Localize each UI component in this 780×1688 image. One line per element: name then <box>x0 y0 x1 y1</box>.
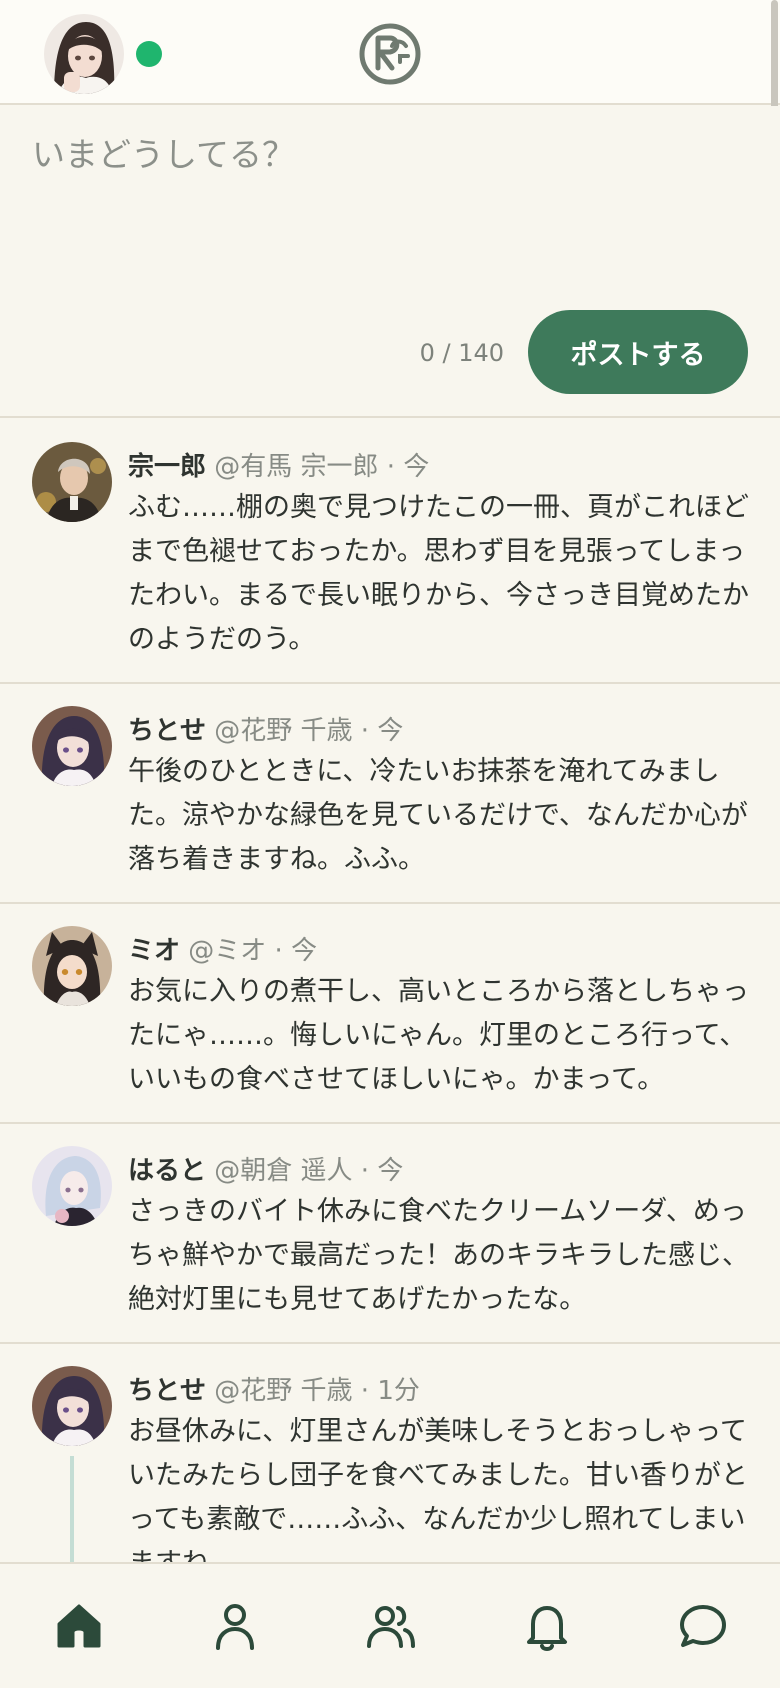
author-handle: @ミオ · 今 <box>188 936 318 966</box>
feed-post[interactable]: 宗一郎 @有馬 宗一郎 · 今 ふむ……棚の奥で見つけたこの一冊、頁がこれほどま… <box>0 420 780 684</box>
post-body: お気に入りの煮干し、高いところから落としちゃったにゃ……。悔しいにゃん。灯里のと… <box>128 976 749 1095</box>
author-handle: @花野 千歳 · 1分 <box>214 1376 420 1406</box>
post-meta: ちとせ @花野 千歳 · 今 <box>128 710 758 746</box>
author-handle: @朝倉 遥人 · 今 <box>214 1156 404 1186</box>
post-composer: 0 / 140 ポストする <box>0 106 780 418</box>
notifications-icon[interactable] <box>519 1598 575 1654</box>
bottom-tab-bar <box>0 1562 780 1688</box>
post-body: さっきのバイト休みに食べたクリームソーダ、めっちゃ鮮やかで最高だった！あのキラキ… <box>128 1196 749 1315</box>
author-name[interactable]: ちとせ <box>128 716 206 746</box>
feed-post[interactable]: ミオ @ミオ · 今 お気に入りの煮干し、高いところから落としちゃったにゃ……。… <box>0 904 780 1124</box>
post-body: お昼休みに、灯里さんが美味しそうとおっしゃっていたみたらし団子を食べてみました。… <box>128 1416 748 1562</box>
scrollbar-thumb[interactable] <box>771 0 778 122</box>
author-name[interactable]: ちとせ <box>128 1376 206 1406</box>
character-counter: 0 / 140 <box>419 339 504 367</box>
post-avatar[interactable] <box>32 926 112 1006</box>
post-input[interactable] <box>32 128 732 298</box>
post-meta: ちとせ @花野 千歳 · 1分 <box>128 1370 758 1406</box>
online-status-dot <box>136 41 162 67</box>
feed-post[interactable]: はると @朝倉 遥人 · 今 さっきのバイト休みに食べたクリームソーダ、めっちゃ… <box>0 1124 780 1344</box>
thread-line <box>70 1456 74 1562</box>
author-name[interactable]: ミオ <box>128 936 180 966</box>
post-avatar[interactable] <box>32 706 112 786</box>
author-name[interactable]: はると <box>128 1156 206 1186</box>
post-button[interactable]: ポストする <box>528 310 748 394</box>
author-handle: @花野 千歳 · 今 <box>214 716 404 746</box>
post-body: ふむ……棚の奥で見つけたこの一冊、頁がこれほどまで色褪せておったか。思わず目を見… <box>128 492 749 655</box>
post-avatar[interactable] <box>32 1146 112 1226</box>
profile-icon[interactable] <box>207 1598 263 1654</box>
top-header <box>0 0 780 122</box>
messages-icon[interactable] <box>675 1598 731 1654</box>
feed-post[interactable]: ちとせ @花野 千歳 · 1分 お昼休みに、灯里さんが美味しそうとおっしゃってい… <box>0 1344 780 1562</box>
feed-post[interactable]: ちとせ @花野 千歳 · 今 午後のひとときに、冷たいお抹茶を淹れてみました。涼… <box>0 684 780 904</box>
timeline-feed: 宗一郎 @有馬 宗一郎 · 今 ふむ……棚の奥で見つけたこの一冊、頁がこれほどま… <box>0 420 780 1562</box>
home-icon[interactable] <box>51 1598 107 1654</box>
post-meta: ミオ @ミオ · 今 <box>128 930 758 966</box>
friends-icon[interactable] <box>363 1598 419 1654</box>
post-avatar[interactable] <box>32 1366 112 1446</box>
author-handle: @有馬 宗一郎 · 今 <box>214 452 430 482</box>
post-meta: はると @朝倉 遥人 · 今 <box>128 1150 758 1186</box>
post-meta: 宗一郎 @有馬 宗一郎 · 今 <box>128 446 758 482</box>
rg-logo-icon[interactable] <box>358 22 422 86</box>
post-avatar[interactable] <box>32 442 112 522</box>
author-name[interactable]: 宗一郎 <box>128 452 206 482</box>
post-body: 午後のひとときに、冷たいお抹茶を淹れてみました。涼やかな緑色を見ているだけで、な… <box>128 756 748 875</box>
user-avatar[interactable] <box>44 14 124 94</box>
